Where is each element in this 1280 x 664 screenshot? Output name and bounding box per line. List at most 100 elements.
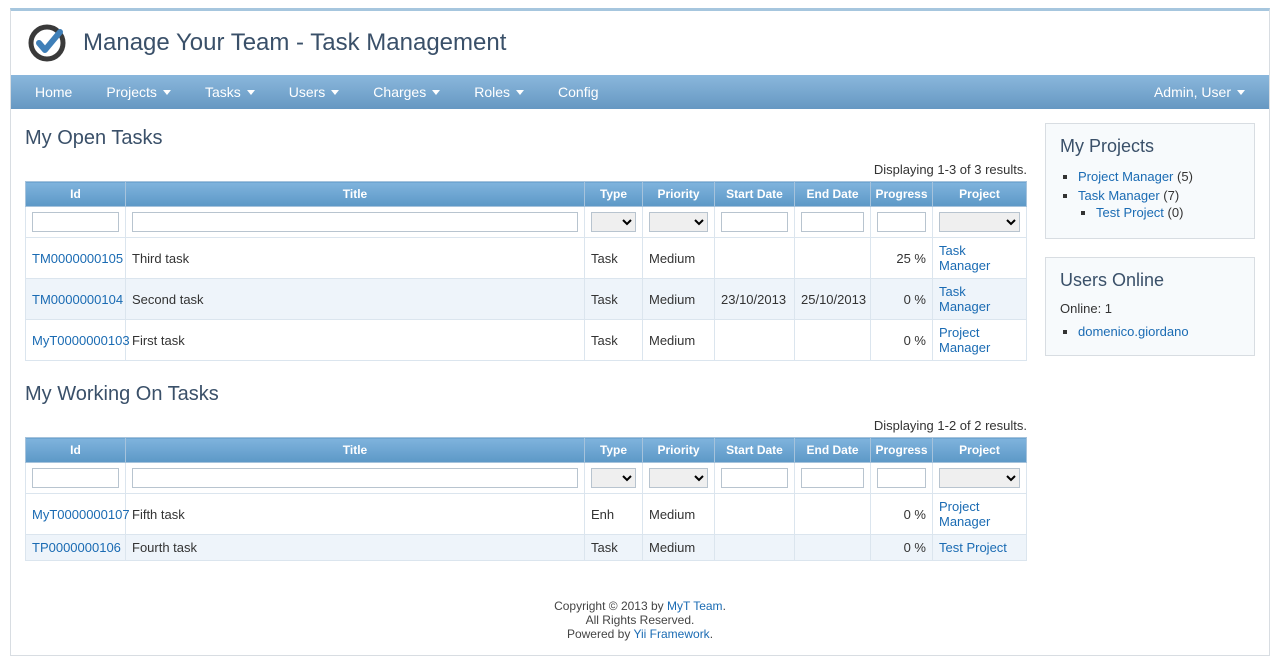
table-row: MyT0000000103 First task Task Medium 0 %… (26, 320, 1027, 361)
cell-start (715, 238, 795, 279)
project-count: (7) (1163, 188, 1179, 203)
my-projects-heading: My Projects (1060, 136, 1240, 157)
col-progress[interactable]: Progress (871, 182, 933, 207)
nav-roles[interactable]: Roles (460, 75, 538, 109)
working-tasks-result-count: Displaying 1-2 of 2 results. (25, 418, 1027, 433)
filter-start[interactable] (721, 212, 788, 232)
col-id[interactable]: Id (26, 182, 126, 207)
cell-priority: Medium (643, 279, 715, 320)
filter-project[interactable] (939, 212, 1020, 232)
nav-label: Roles (474, 75, 510, 109)
project-count: (5) (1177, 169, 1193, 184)
users-online-panel: Users Online Online: 1 domenico.giordano (1045, 257, 1255, 356)
project-link[interactable]: Test Project (1096, 205, 1164, 220)
table-header-row: Id Title Type Priority Start Date End Da… (26, 182, 1027, 207)
filter-id[interactable] (32, 468, 119, 488)
cell-progress: 0 % (871, 535, 933, 561)
nav-label: Users (289, 75, 326, 109)
table-row: TM0000000105 Third task Task Medium 25 %… (26, 238, 1027, 279)
open-tasks-table: Id Title Type Priority Start Date End Da… (25, 181, 1027, 361)
cell-progress: 0 % (871, 279, 933, 320)
filter-project[interactable] (939, 468, 1020, 488)
nav-tasks[interactable]: Tasks (191, 75, 269, 109)
logo-icon (25, 21, 69, 65)
task-id-link[interactable]: MyT0000000107 (32, 507, 130, 522)
nav-user-menu[interactable]: Admin, User (1140, 75, 1259, 109)
open-tasks-result-count: Displaying 1-3 of 3 results. (25, 162, 1027, 177)
col-end[interactable]: End Date (795, 182, 871, 207)
user-link[interactable]: domenico.giordano (1078, 324, 1189, 339)
working-tasks-heading: My Working On Tasks (25, 383, 1027, 406)
col-end[interactable]: End Date (795, 438, 871, 463)
nav-user-label: Admin, User (1154, 75, 1231, 109)
col-id[interactable]: Id (26, 438, 126, 463)
filter-progress[interactable] (877, 468, 926, 488)
navbar: Home Projects Tasks Users Charges Roles … (11, 75, 1269, 109)
cell-priority: Medium (643, 535, 715, 561)
cell-title: Fifth task (126, 494, 585, 535)
nav-config[interactable]: Config (544, 75, 612, 109)
cell-title: Second task (126, 279, 585, 320)
col-title[interactable]: Title (126, 182, 585, 207)
filter-type[interactable] (591, 468, 636, 488)
task-id-link[interactable]: TP0000000106 (32, 540, 121, 555)
online-user-item: domenico.giordano (1078, 322, 1240, 341)
project-link[interactable]: Test Project (939, 540, 1007, 555)
col-priority[interactable]: Priority (643, 438, 715, 463)
footer-framework-link[interactable]: Yii Framework (633, 627, 709, 641)
project-link[interactable]: Task Manager (939, 243, 990, 273)
col-title[interactable]: Title (126, 438, 585, 463)
col-start[interactable]: Start Date (715, 182, 795, 207)
col-start[interactable]: Start Date (715, 438, 795, 463)
nav-users[interactable]: Users (275, 75, 354, 109)
cell-type: Task (585, 320, 643, 361)
cell-end (795, 238, 871, 279)
nav-projects[interactable]: Projects (92, 75, 185, 109)
online-count: Online: 1 (1060, 301, 1240, 316)
project-list-item: Project Manager (5) (1078, 167, 1240, 186)
table-row: MyT0000000107 Fifth task Enh Medium 0 % … (26, 494, 1027, 535)
project-link[interactable]: Project Manager (939, 499, 990, 529)
col-type[interactable]: Type (585, 438, 643, 463)
filter-start[interactable] (721, 468, 788, 488)
col-project[interactable]: Project (933, 182, 1027, 207)
project-link[interactable]: Project Manager (1078, 169, 1173, 184)
cell-type: Task (585, 238, 643, 279)
nav-home[interactable]: Home (21, 75, 86, 109)
filter-title[interactable] (132, 468, 578, 488)
table-header-row: Id Title Type Priority Start Date End Da… (26, 438, 1027, 463)
cell-type: Task (585, 535, 643, 561)
project-link[interactable]: Project Manager (939, 325, 990, 355)
chevron-down-icon (432, 90, 440, 95)
filter-type[interactable] (591, 212, 636, 232)
filter-end[interactable] (801, 212, 864, 232)
working-tasks-table: Id Title Type Priority Start Date End Da… (25, 437, 1027, 561)
cell-start (715, 494, 795, 535)
task-id-link[interactable]: TM0000000105 (32, 251, 123, 266)
cell-progress: 25 % (871, 238, 933, 279)
cell-type: Enh (585, 494, 643, 535)
nav-charges[interactable]: Charges (359, 75, 454, 109)
filter-priority[interactable] (649, 468, 708, 488)
filter-end[interactable] (801, 468, 864, 488)
cell-priority: Medium (643, 238, 715, 279)
task-id-link[interactable]: TM0000000104 (32, 292, 123, 307)
project-link[interactable]: Task Manager (939, 284, 990, 314)
col-project[interactable]: Project (933, 438, 1027, 463)
table-row: TM0000000104 Second task Task Medium 23/… (26, 279, 1027, 320)
footer-text: All Rights Reserved. (586, 613, 695, 627)
col-progress[interactable]: Progress (871, 438, 933, 463)
users-online-heading: Users Online (1060, 270, 1240, 291)
filter-title[interactable] (132, 212, 578, 232)
task-id-link[interactable]: MyT0000000103 (32, 333, 130, 348)
filter-priority[interactable] (649, 212, 708, 232)
project-link[interactable]: Task Manager (1078, 188, 1160, 203)
cell-end (795, 494, 871, 535)
filter-progress[interactable] (877, 212, 926, 232)
app-title: Manage Your Team - Task Management (83, 29, 506, 57)
cell-end (795, 535, 871, 561)
col-type[interactable]: Type (585, 182, 643, 207)
chevron-down-icon (516, 90, 524, 95)
filter-id[interactable] (32, 212, 119, 232)
col-priority[interactable]: Priority (643, 182, 715, 207)
